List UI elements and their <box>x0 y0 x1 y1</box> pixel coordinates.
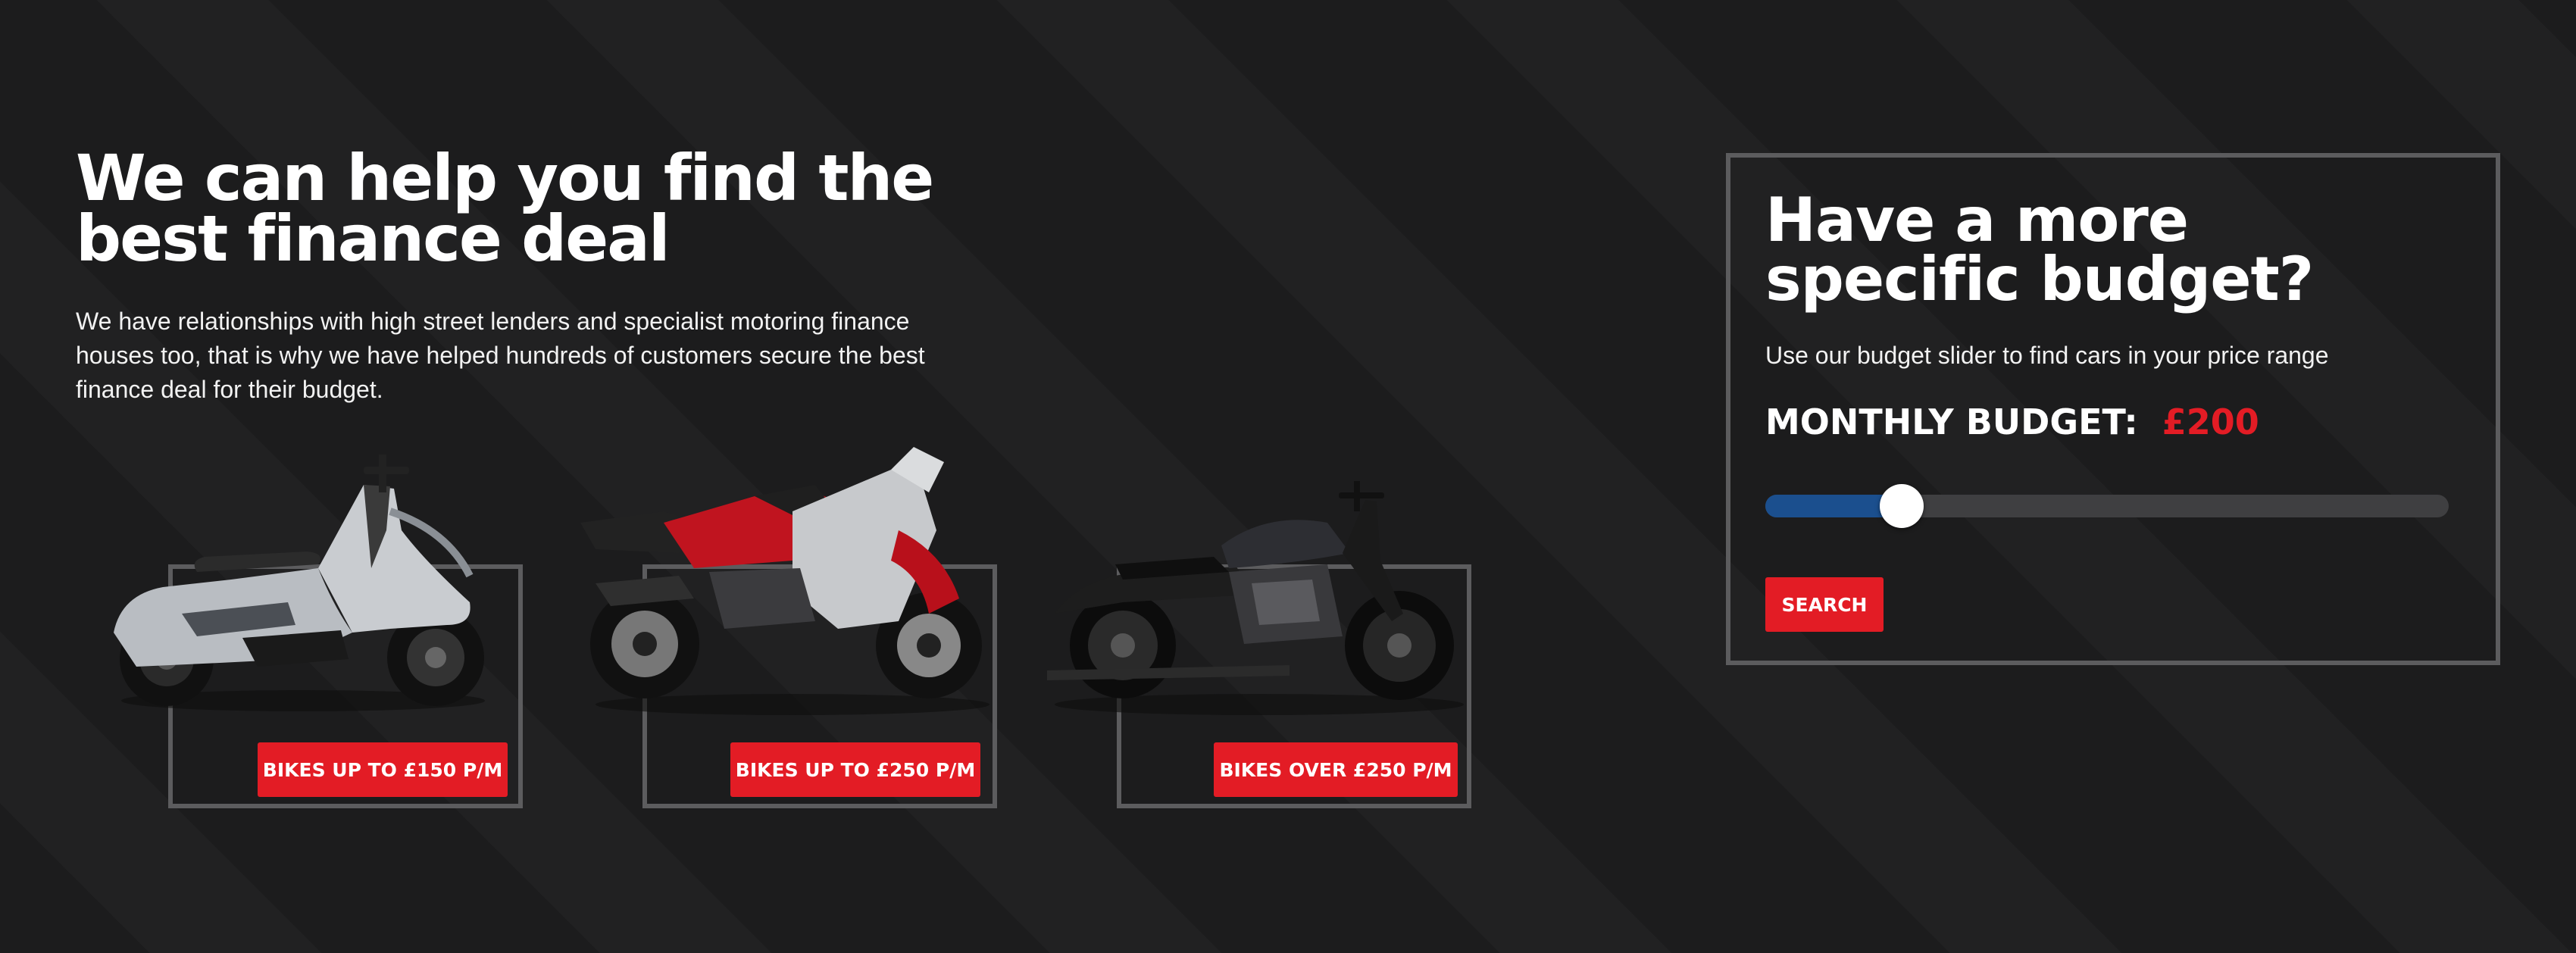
sport-bike-image <box>580 447 989 715</box>
bike-card-150: BIKES UP TO £150 P/M <box>91 439 546 811</box>
scooter-image <box>114 455 485 711</box>
finance-section: We can help you find the best finance de… <box>0 0 2576 953</box>
bike-card-over-250: BIKES OVER £250 P/M <box>1039 439 1494 811</box>
hero-title: We can help you find the best finance de… <box>76 141 934 276</box>
slider-thumb[interactable] <box>1880 484 1924 528</box>
budget-subtitle: Use our budget slider to find cars in yo… <box>1765 342 2329 369</box>
bike-card-250: BIKES UP TO £250 P/M <box>565 439 1020 811</box>
monthly-budget-label: MONTHLY BUDGET: <box>1765 402 2138 442</box>
bikes-over-250-button[interactable]: BIKES OVER £250 P/M <box>1214 742 1458 797</box>
monthly-budget-value: £200 <box>2162 402 2259 442</box>
monthly-budget-row: MONTHLY BUDGET: £200 <box>1765 402 2259 442</box>
budget-panel: Have a more specific budget? Use our bud… <box>1726 153 2500 665</box>
search-button[interactable]: SEARCH <box>1765 577 1884 632</box>
cruiser-bike-image <box>1047 481 1464 715</box>
budget-title: Have a more specific budget? <box>1765 185 2314 314</box>
hero-description: We have relationships with high street l… <box>76 308 925 403</box>
bikes-up-to-250-button[interactable]: BIKES UP TO £250 P/M <box>730 742 980 797</box>
budget-slider[interactable] <box>1765 484 2449 528</box>
bikes-up-to-150-button[interactable]: BIKES UP TO £150 P/M <box>258 742 508 797</box>
